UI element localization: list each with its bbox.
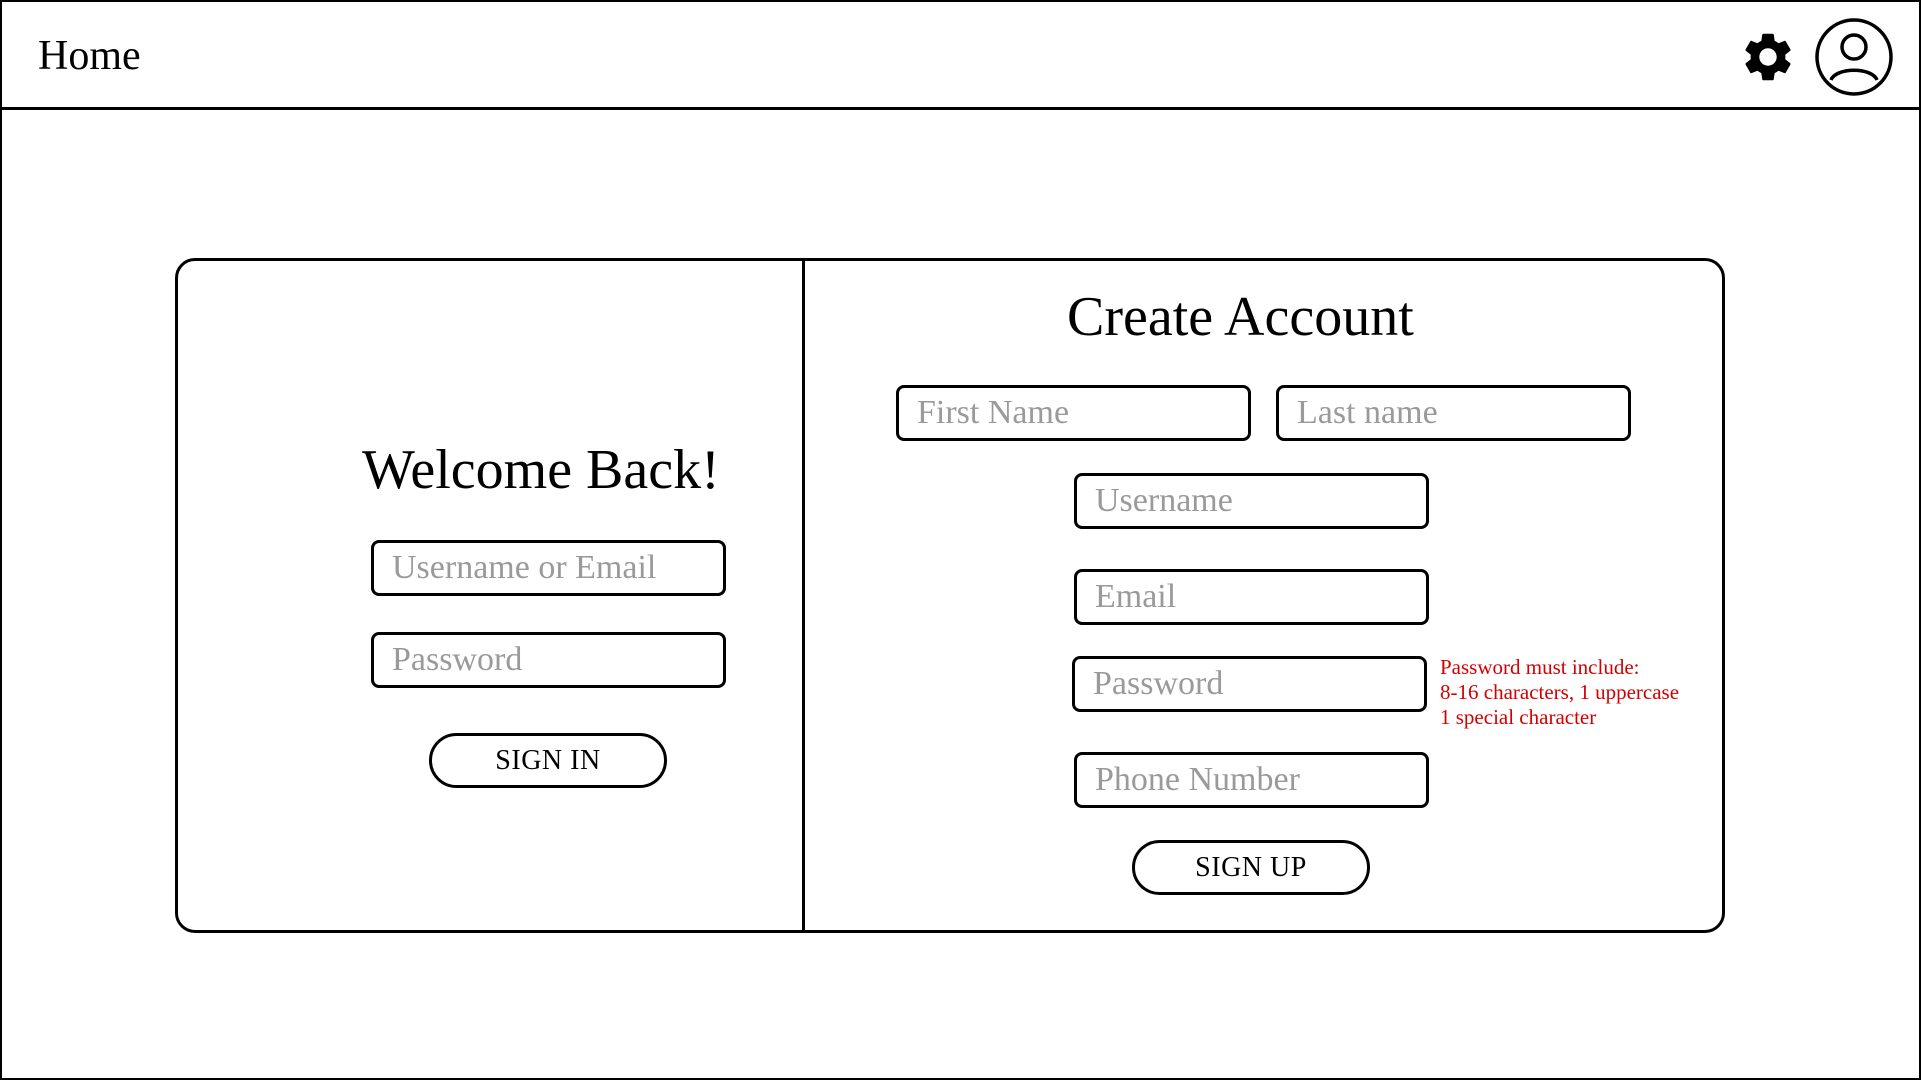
password-hint-line: Password must include: (1440, 655, 1640, 679)
sign-in-title: Welcome Back! (362, 439, 720, 501)
sign-up-password-input[interactable] (1072, 656, 1427, 712)
sign-in-username-input[interactable] (371, 540, 726, 596)
gear-icon[interactable] (1739, 28, 1797, 86)
password-hint-line: 8-16 characters, 1 uppercase (1440, 680, 1680, 704)
sign-in-password-input[interactable] (371, 632, 726, 688)
sign-up-username-input[interactable] (1074, 473, 1429, 529)
top-bar: Home (0, 0, 1921, 110)
user-circle-icon[interactable] (1814, 17, 1894, 97)
home-link[interactable]: Home (38, 32, 141, 80)
email-input[interactable] (1074, 569, 1429, 625)
first-name-input[interactable] (896, 385, 1251, 441)
password-hint-line: 1 special character (1440, 705, 1597, 729)
password-requirements-hint: Password must include: 8-16 characters, … (1440, 655, 1679, 730)
sign-up-button[interactable]: SIGN UP (1132, 840, 1370, 895)
last-name-input[interactable] (1276, 385, 1631, 441)
phone-number-input[interactable] (1074, 752, 1429, 808)
sign-up-title: Create Account (1067, 286, 1414, 348)
card-divider (802, 260, 805, 931)
sign-in-button[interactable]: SIGN IN (429, 733, 667, 788)
